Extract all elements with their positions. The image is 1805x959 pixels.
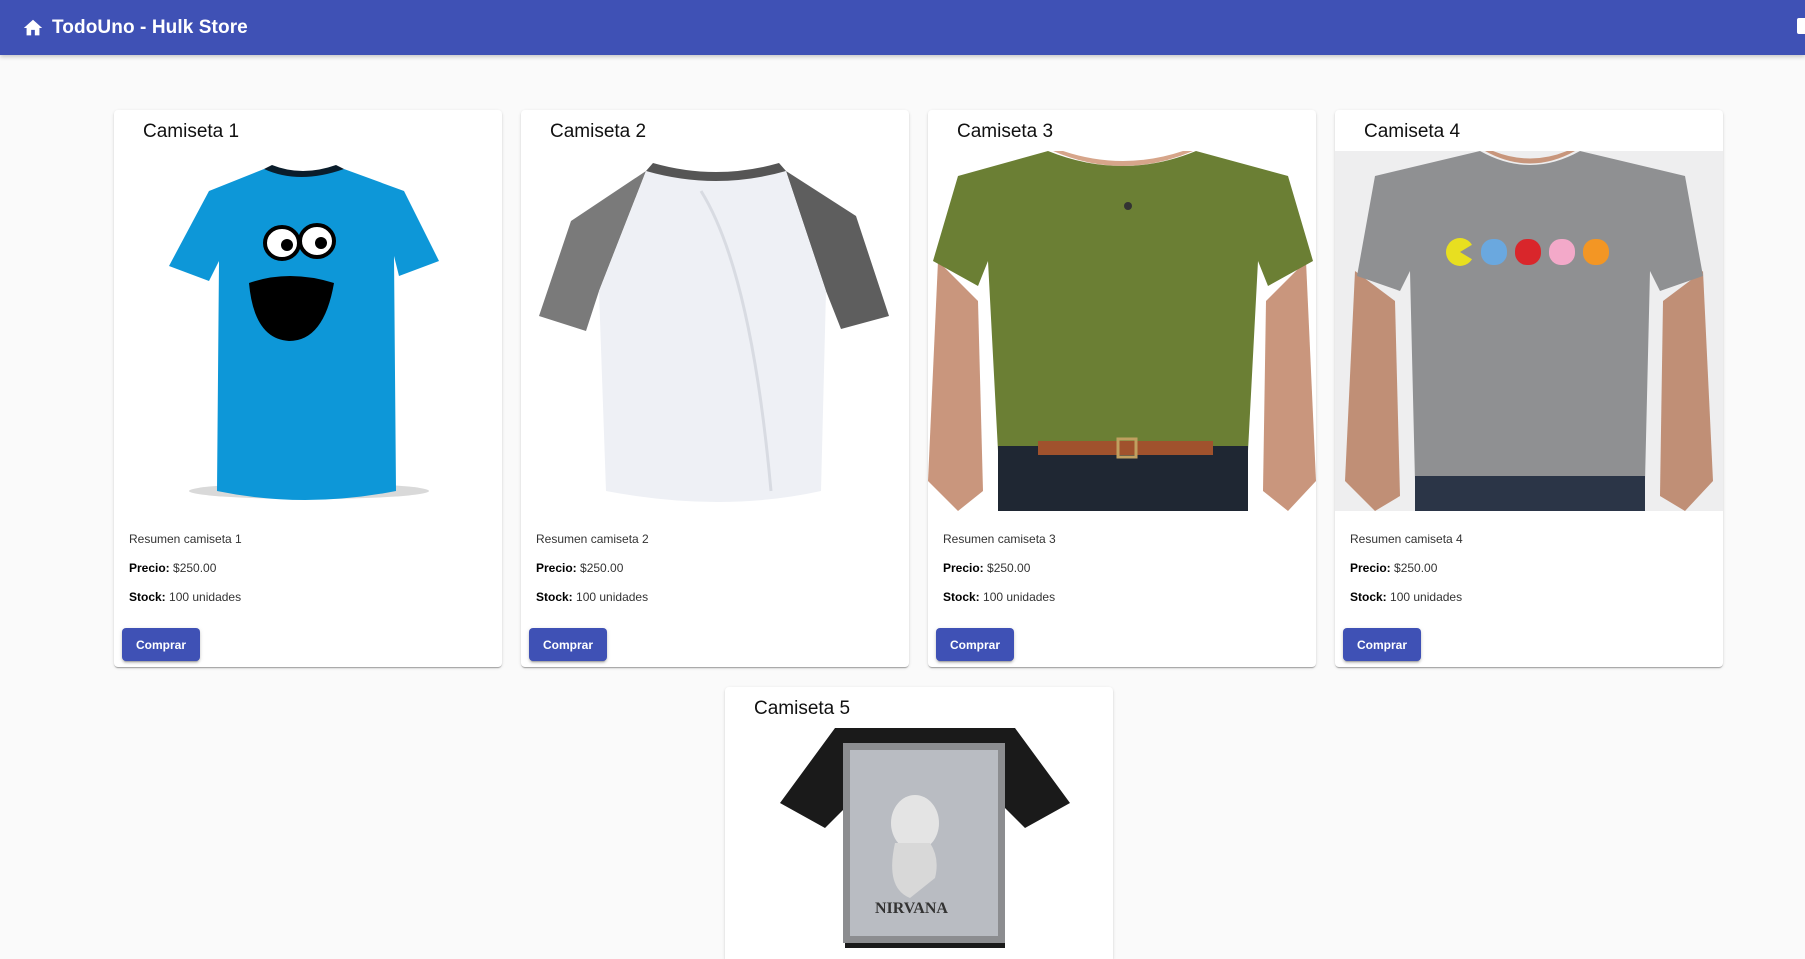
- product-card-4: Camiseta 4 Resumen camiseta 4 Precio: $2…: [1335, 110, 1723, 667]
- product-summary: Resumen camiseta 2: [536, 532, 649, 546]
- stock-label: Stock:: [1350, 590, 1387, 604]
- product-summary: Resumen camiseta 1: [129, 532, 242, 546]
- stock-value: 100 unidades: [983, 590, 1056, 604]
- product-stock: Stock: 100 unidades: [536, 590, 648, 604]
- product-title: Camiseta 1: [143, 121, 240, 142]
- price-label: Precio:: [536, 561, 577, 575]
- price-label: Precio:: [129, 561, 170, 575]
- stock-label: Stock:: [129, 590, 166, 604]
- price-value: $250.00: [173, 561, 217, 575]
- product-image-pacman-tshirt: [1335, 151, 1723, 511]
- product-stock: Stock: 100 unidades: [129, 590, 241, 604]
- stock-value: 100 unidades: [1390, 590, 1463, 604]
- app-title[interactable]: TodoUno - Hulk Store: [52, 17, 248, 39]
- product-title: Camiseta 5: [754, 698, 851, 719]
- product-summary: Resumen camiseta 4: [1350, 532, 1463, 546]
- price-label: Precio:: [943, 561, 984, 575]
- buy-button[interactable]: Comprar: [1343, 628, 1421, 661]
- product-card-2: Camiseta 2 Resumen camiseta 2 Precio: $2…: [521, 110, 909, 667]
- product-card-1: Camiseta 1 Resumen camiseta 1 Precio: $2…: [114, 110, 502, 667]
- product-price: Precio: $250.00: [536, 561, 623, 575]
- product-image-green-tshirt: [928, 151, 1316, 511]
- price-value: $250.00: [1394, 561, 1438, 575]
- product-stock: Stock: 100 unidades: [1350, 590, 1462, 604]
- product-card-5: Camiseta 5 NIRVANA: [725, 687, 1113, 959]
- product-image-nirvana-tshirt: NIRVANA: [725, 728, 1113, 959]
- buy-button[interactable]: Comprar: [122, 628, 200, 661]
- product-image-blue-tshirt: [114, 151, 502, 511]
- buy-button[interactable]: Comprar: [529, 628, 607, 661]
- price-value: $250.00: [580, 561, 624, 575]
- price-label: Precio:: [1350, 561, 1391, 575]
- stock-label: Stock:: [943, 590, 980, 604]
- toolbar-overflow-button[interactable]: [1797, 18, 1805, 34]
- stock-value: 100 unidades: [169, 590, 242, 604]
- home-icon[interactable]: [22, 17, 44, 39]
- stock-value: 100 unidades: [576, 590, 649, 604]
- stock-label: Stock:: [536, 590, 573, 604]
- svg-text:NIRVANA: NIRVANA: [875, 900, 948, 917]
- product-title: Camiseta 2: [550, 121, 647, 142]
- buy-button[interactable]: Comprar: [936, 628, 1014, 661]
- product-title: Camiseta 4: [1364, 121, 1461, 142]
- product-stock: Stock: 100 unidades: [943, 590, 1055, 604]
- product-price: Precio: $250.00: [1350, 561, 1437, 575]
- product-price: Precio: $250.00: [943, 561, 1030, 575]
- app-toolbar: TodoUno - Hulk Store: [0, 0, 1805, 55]
- product-image-raglan-tshirt: [521, 151, 909, 511]
- product-card-3: Camiseta 3 Resumen camiseta 3 Precio: $2…: [928, 110, 1316, 667]
- product-title: Camiseta 3: [957, 121, 1054, 142]
- price-value: $250.00: [987, 561, 1031, 575]
- product-price: Precio: $250.00: [129, 561, 216, 575]
- product-summary: Resumen camiseta 3: [943, 532, 1056, 546]
